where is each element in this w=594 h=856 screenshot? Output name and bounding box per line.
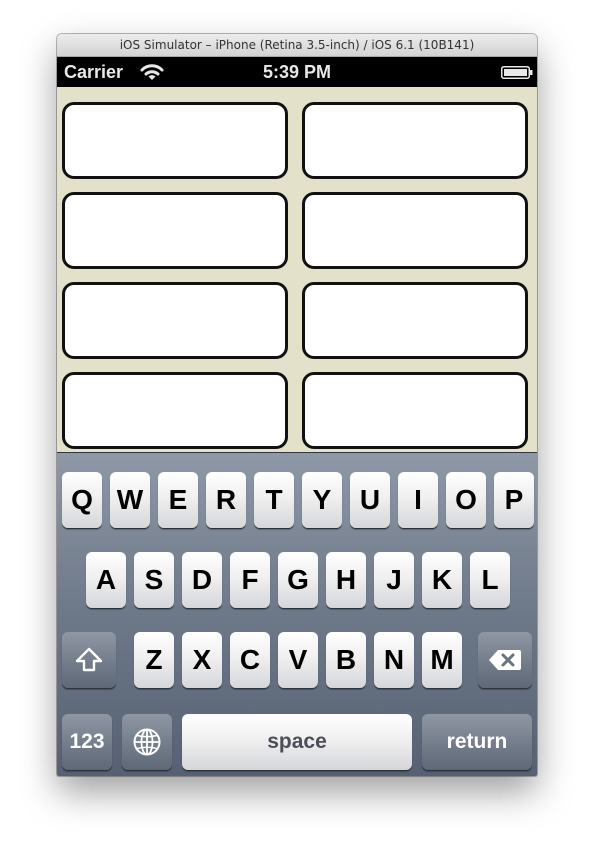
window-title: iOS Simulator – iPhone (Retina 3.5-inch)… <box>57 34 537 57</box>
key-g[interactable]: G <box>278 552 318 608</box>
key-p[interactable]: P <box>494 472 534 528</box>
key-e[interactable]: E <box>158 472 198 528</box>
clock: 5:39 PM <box>262 62 332 82</box>
key-m[interactable]: M <box>422 632 462 688</box>
text-field[interactable] <box>302 372 528 449</box>
key-a[interactable]: A <box>86 552 126 608</box>
key-i[interactable]: I <box>398 472 438 528</box>
key-q[interactable]: Q <box>62 472 102 528</box>
text-field[interactable] <box>302 192 528 269</box>
text-field[interactable] <box>62 102 288 179</box>
backspace-icon <box>489 650 521 670</box>
key-d[interactable]: D <box>182 552 222 608</box>
text-field[interactable] <box>302 282 528 359</box>
status-bar: Carrier 5:39 PM <box>57 57 537 87</box>
content-area <box>57 87 537 452</box>
key-k[interactable]: K <box>422 552 462 608</box>
key-t[interactable]: T <box>254 472 294 528</box>
simulator-window: iOS Simulator – iPhone (Retina 3.5-inch)… <box>57 34 537 776</box>
key-v[interactable]: V <box>278 632 318 688</box>
key-h[interactable]: H <box>326 552 366 608</box>
shift-arrow-icon <box>75 647 103 672</box>
key-b[interactable]: B <box>326 632 366 688</box>
key-w[interactable]: W <box>110 472 150 528</box>
key-y[interactable]: Y <box>302 472 342 528</box>
key-o[interactable]: O <box>446 472 486 528</box>
key-x[interactable]: X <box>182 632 222 688</box>
globe-key[interactable] <box>122 714 172 770</box>
text-field[interactable] <box>302 102 528 179</box>
key-f[interactable]: F <box>230 552 270 608</box>
key-l[interactable]: L <box>470 552 510 608</box>
text-field[interactable] <box>62 282 288 359</box>
battery-icon <box>501 66 533 79</box>
text-field[interactable] <box>62 192 288 269</box>
key-c[interactable]: C <box>230 632 270 688</box>
key-z[interactable]: Z <box>134 632 174 688</box>
text-field[interactable] <box>62 372 288 449</box>
delete-key[interactable] <box>478 632 532 688</box>
key-n[interactable]: N <box>374 632 414 688</box>
keyboard: Q W E R T Y U I O P A S D F G H J K L Z … <box>57 452 537 776</box>
key-r[interactable]: R <box>206 472 246 528</box>
key-u[interactable]: U <box>350 472 390 528</box>
shift-key[interactable] <box>62 632 116 688</box>
key-s[interactable]: S <box>134 552 174 608</box>
return-key[interactable]: return <box>422 714 532 770</box>
globe-icon <box>133 728 161 756</box>
key-j[interactable]: J <box>374 552 414 608</box>
numbers-key[interactable]: 123 <box>62 714 112 770</box>
space-key[interactable]: space <box>182 714 412 770</box>
